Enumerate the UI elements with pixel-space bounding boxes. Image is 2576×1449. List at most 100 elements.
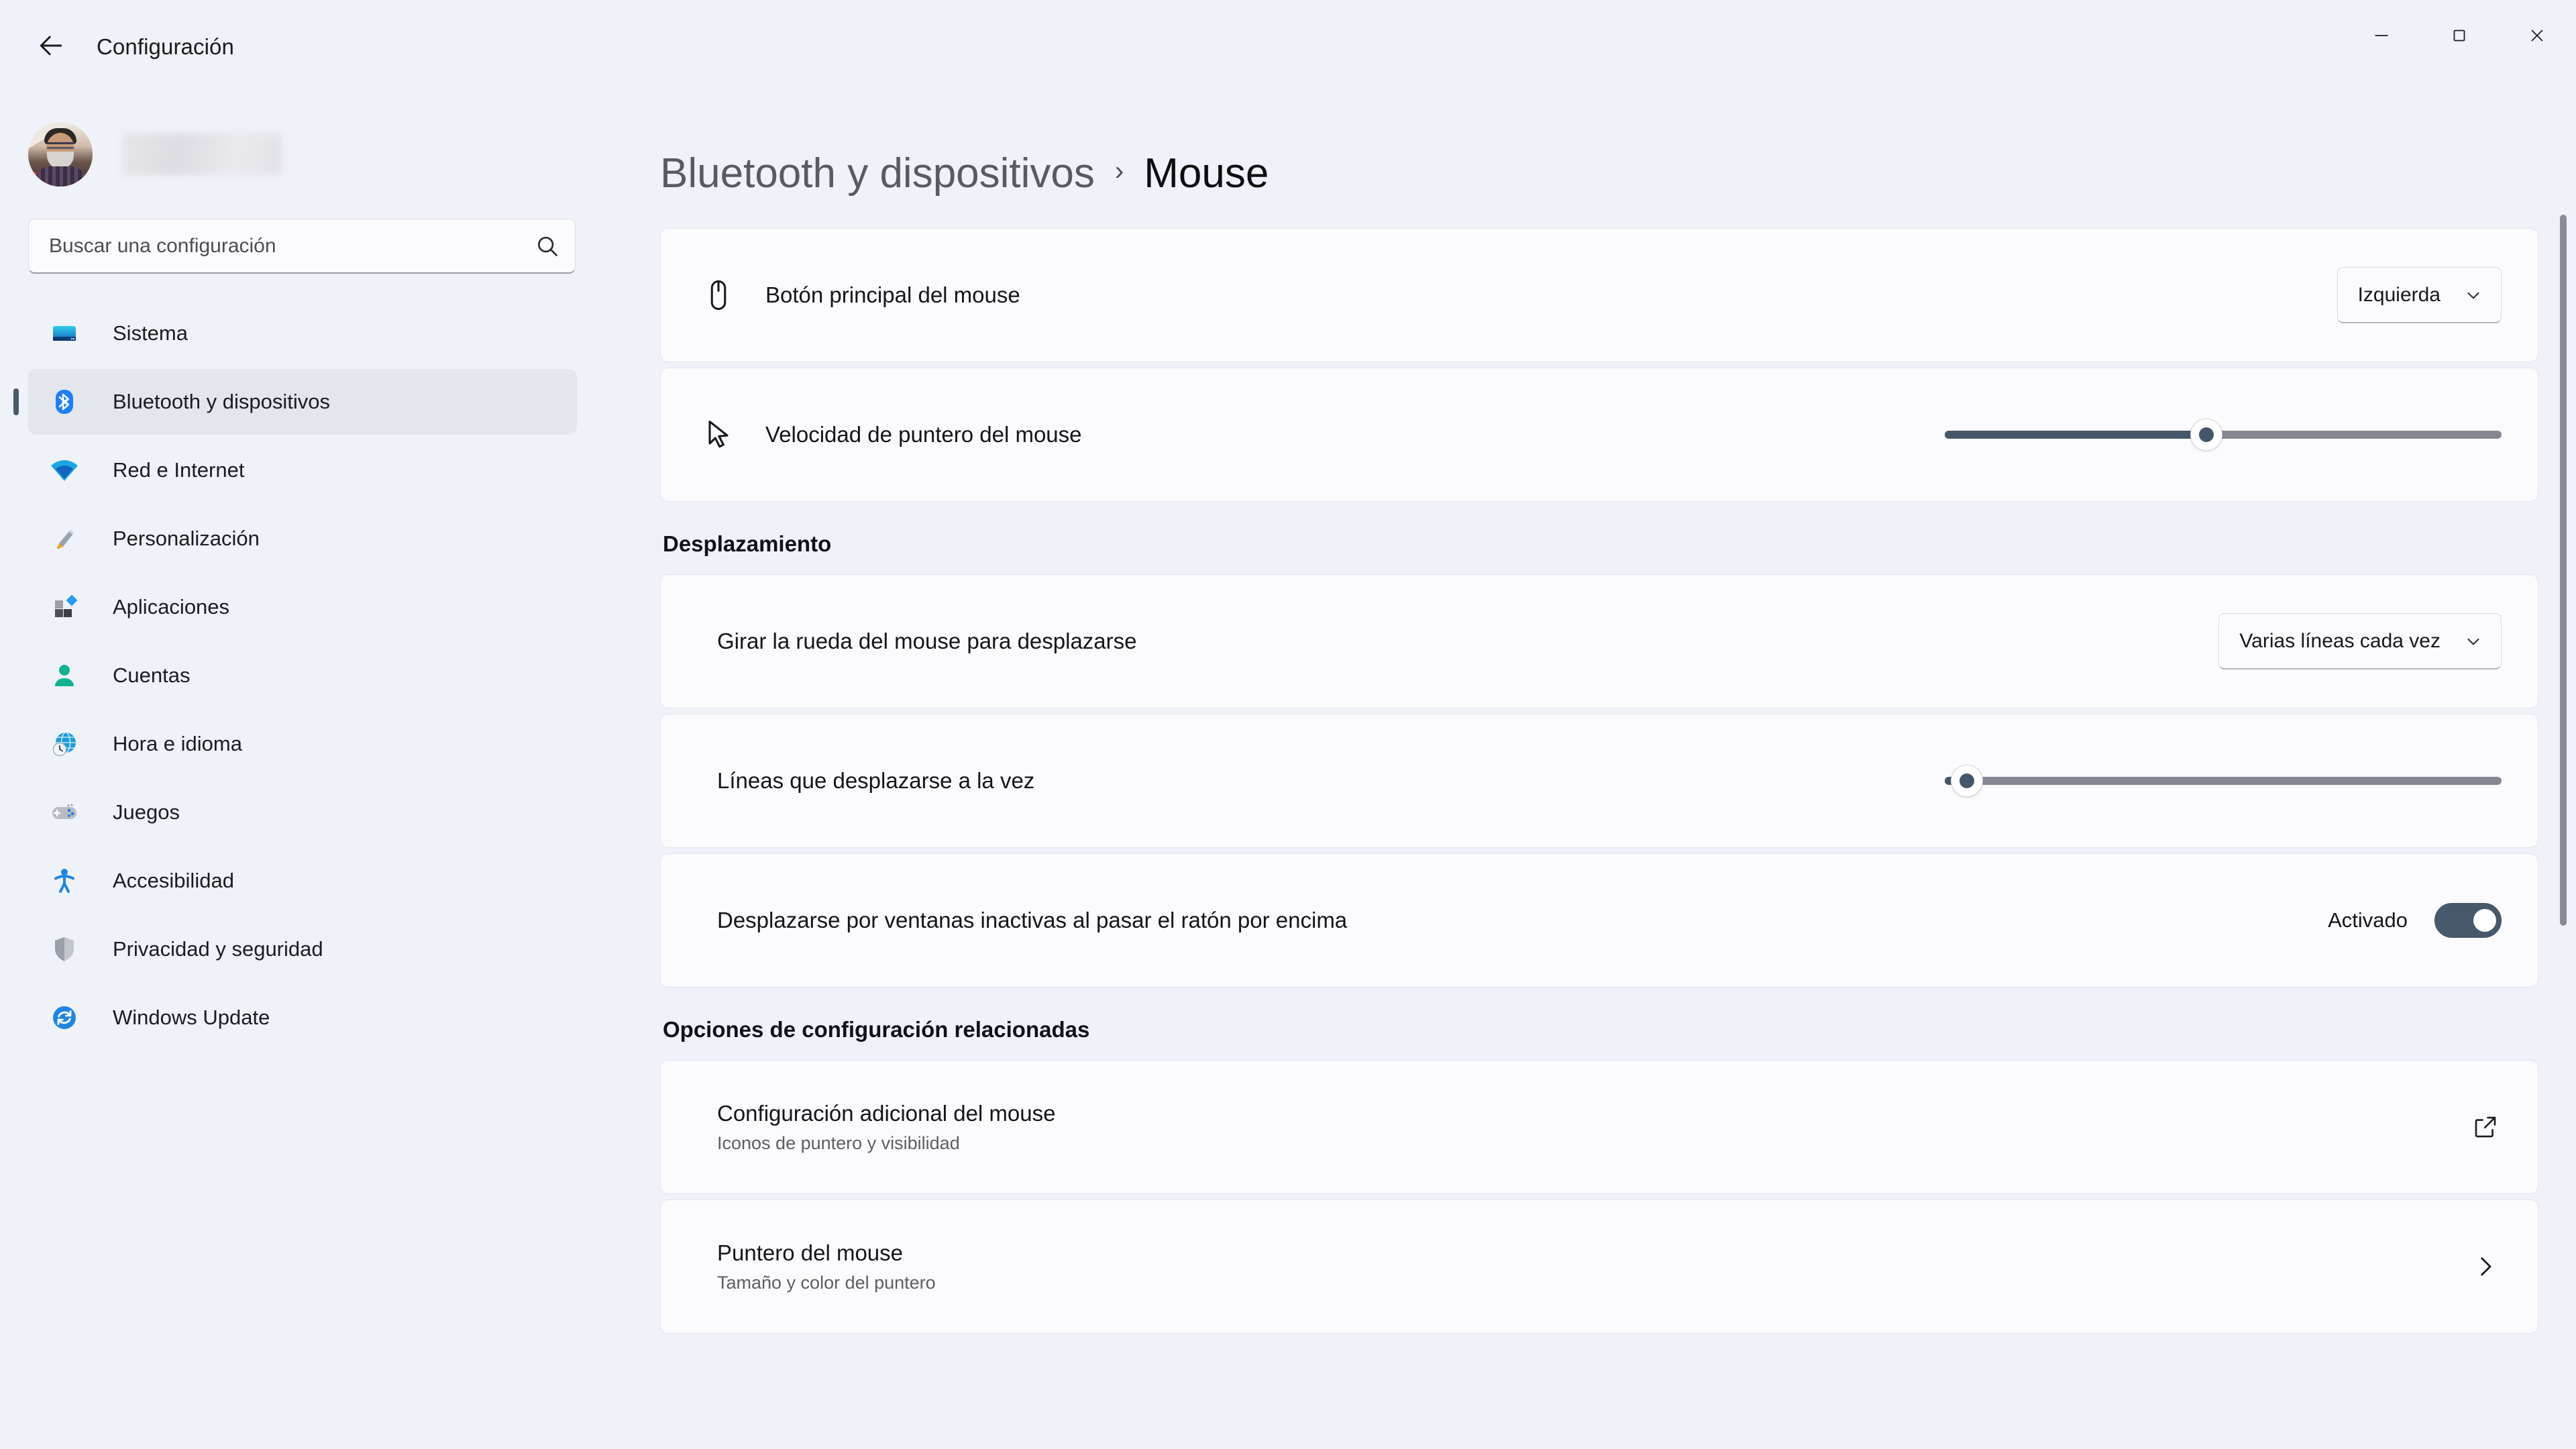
chevron-down-icon (2463, 631, 2483, 651)
account-person-icon (47, 658, 82, 693)
slider-track (1945, 777, 2502, 785)
related-section-title: Opciones de configuración relacionadas (663, 1017, 1090, 1042)
sidebar-item-juegos[interactable]: Juegos (28, 780, 577, 845)
sidebar-item-sistema[interactable]: Sistema (28, 301, 577, 366)
content-scrollbar[interactable] (2560, 215, 2567, 1442)
search-input[interactable] (49, 234, 535, 258)
pointer-speed-slider[interactable] (1945, 415, 2502, 455)
sidebar-item-windows-update[interactable]: Windows Update (28, 985, 577, 1051)
mouse-pointer-row[interactable]: Puntero del mouse Tamaño y color del pun… (660, 1199, 2538, 1334)
cursor-arrow-icon (697, 413, 740, 456)
sidebar-item-label: Accesibilidad (113, 869, 234, 892)
sidebar-item-personalizacion[interactable]: Personalización (28, 506, 577, 572)
primary-button-label: Botón principal del mouse (765, 282, 1020, 307)
pointer-speed-row: Velocidad de puntero del mouse (660, 368, 2538, 502)
sidebar-item-hora-e-idioma[interactable]: Hora e idioma (28, 711, 577, 777)
dropdown-value: Varias líneas cada vez (2239, 629, 2440, 652)
row-texts: Puntero del mouse Tamaño y color del pun… (697, 1240, 2449, 1293)
mouse-icon (697, 274, 740, 317)
bluetooth-icon (47, 384, 82, 419)
inactive-windows-toggle-wrap: Activado (2328, 903, 2502, 938)
update-refresh-icon (47, 1000, 82, 1035)
search-box[interactable] (28, 219, 576, 274)
sidebar-item-label: Hora e idioma (113, 732, 242, 755)
accessibility-person-icon (47, 863, 82, 898)
paintbrush-icon (47, 521, 82, 556)
system-monitor-icon (47, 316, 82, 351)
breadcrumb-parent[interactable]: Bluetooth y dispositivos (660, 150, 1095, 197)
sidebar-nav: Sistema Bluetooth y dispositivos Red e I… (0, 301, 604, 1053)
search-wrapper (0, 219, 604, 274)
lines-at-a-time-slider[interactable] (1945, 761, 2502, 801)
sidebar-item-accesibilidad[interactable]: Accesibilidad (28, 848, 577, 914)
chevron-right-icon (2469, 1250, 2502, 1283)
wheel-scroll-label: Girar la rueda del mouse para desplazars… (717, 629, 1137, 653)
inactive-windows-toggle[interactable] (2434, 903, 2502, 938)
primary-button-dropdown[interactable]: Izquierda (2337, 267, 2502, 323)
related-item-title: Configuración adicional del mouse (717, 1100, 1056, 1126)
lines-at-a-time-label: Líneas que desplazarse a la vez (717, 768, 1035, 793)
sidebar-item-label: Cuentas (113, 663, 191, 687)
chevron-down-icon (2463, 285, 2483, 305)
dropdown-value: Izquierda (2357, 283, 2440, 306)
avatar (28, 122, 93, 186)
breadcrumb: Bluetooth y dispositivos › Mouse (660, 94, 2538, 228)
sidebar-item-aplicaciones[interactable]: Aplicaciones (28, 574, 577, 640)
sidebar-item-label: Personalización (113, 527, 260, 550)
sidebar-item-label: Sistema (113, 321, 188, 345)
additional-mouse-settings-row[interactable]: Configuración adicional del mouse Iconos… (660, 1060, 2538, 1194)
wifi-icon (47, 453, 82, 488)
toggle-knob (2473, 909, 2496, 932)
related-item-subtitle: Tamaño y color del puntero (717, 1272, 936, 1293)
profile-name-redacted (122, 133, 282, 175)
mouse-basic-settings: Botón principal del mouse Izquierda Velo… (660, 228, 2538, 502)
external-link-icon (2469, 1111, 2502, 1143)
lines-at-a-time-row: Líneas que desplazarse a la vez (660, 714, 2538, 848)
search-icon (535, 233, 560, 259)
back-button[interactable] (23, 19, 79, 75)
main-content: Bluetooth y dispositivos › Mouse Botón p… (604, 94, 2576, 1449)
gamepad-icon (47, 795, 82, 830)
slider-thumb[interactable] (2190, 419, 2223, 451)
sidebar-item-red-e-internet[interactable]: Red e Internet (28, 437, 577, 503)
wheel-scroll-dropdown[interactable]: Varias líneas cada vez (2218, 613, 2502, 669)
scroll-section-title: Desplazamiento (663, 531, 832, 556)
slider-fill (1945, 431, 2207, 439)
minimize-icon (2371, 25, 2392, 49)
shield-icon (47, 932, 82, 967)
page-title: Mouse (1144, 150, 1269, 197)
related-item-title: Puntero del mouse (717, 1240, 904, 1265)
primary-button-row: Botón principal del mouse Izquierda (660, 228, 2538, 362)
maximize-icon (2449, 25, 2469, 49)
app-title: Configuración (97, 34, 234, 59)
wheel-scroll-row: Girar la rueda del mouse para desplazars… (660, 574, 2538, 708)
sidebar-item-label: Aplicaciones (113, 595, 230, 619)
sidebar-item-cuentas[interactable]: Cuentas (28, 643, 577, 708)
sidebar-item-label: Juegos (113, 800, 180, 824)
settings-window: Configuración Buscar una configuración S… (0, 0, 2576, 1449)
related-item-subtitle: Iconos de puntero y visibilidad (717, 1132, 960, 1153)
related-settings: Configuración adicional del mouse Iconos… (660, 1060, 2538, 1334)
sidebar-item-label: Red e Internet (113, 458, 245, 482)
scrollbar-thumb[interactable] (2560, 215, 2567, 926)
breadcrumb-separator: › (1114, 156, 1124, 186)
row-texts: Configuración adicional del mouse Iconos… (697, 1101, 2449, 1154)
apps-icon (47, 590, 82, 625)
sidebar-item-privacidad-y-seguridad[interactable]: Privacidad y seguridad (28, 916, 577, 982)
clock-globe-icon (47, 727, 82, 761)
toggle-state-label: Activado (2328, 908, 2408, 932)
minimize-button[interactable] (2343, 0, 2420, 74)
sidebar-item-label: Windows Update (113, 1006, 270, 1029)
profile-block[interactable] (0, 94, 604, 215)
sidebar-item-label: Privacidad y seguridad (113, 937, 323, 961)
maximize-button[interactable] (2420, 0, 2498, 74)
slider-thumb[interactable] (1951, 765, 1984, 797)
title-bar-left: Configuración (0, 0, 234, 94)
pointer-speed-label: Velocidad de puntero del mouse (765, 422, 1082, 447)
window-controls (2343, 0, 2576, 80)
window-body: Sistema Bluetooth y dispositivos (0, 94, 2576, 1449)
close-button[interactable] (2498, 0, 2576, 74)
scroll-settings: Girar la rueda del mouse para desplazars… (660, 574, 2538, 987)
sidebar-item-bluetooth-y-dispositivos[interactable]: Bluetooth y dispositivos (28, 369, 577, 435)
sidebar-item-label: Bluetooth y dispositivos (113, 390, 330, 413)
